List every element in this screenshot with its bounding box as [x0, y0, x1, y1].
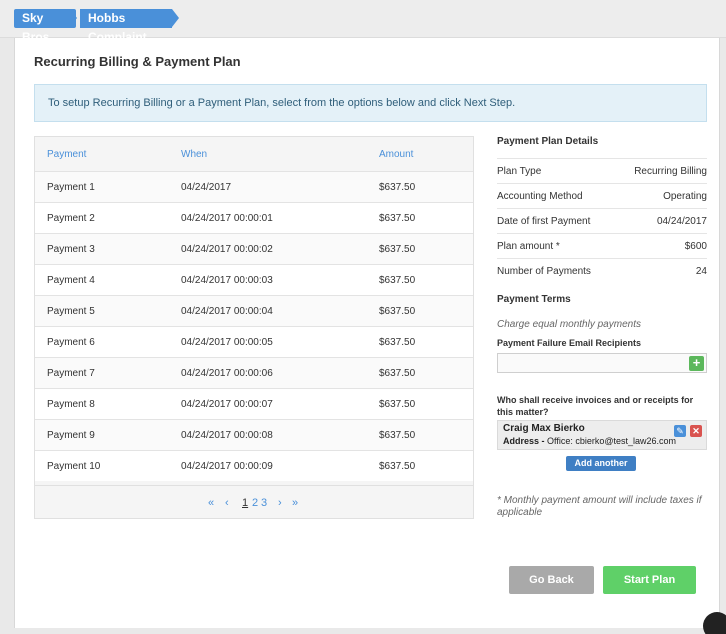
detail-value: Recurring Billing	[634, 166, 707, 177]
details-title: Payment Plan Details	[497, 136, 599, 147]
header-when[interactable]: When	[181, 149, 207, 160]
cell-payment: Payment 3	[47, 244, 95, 255]
cell-amount: $637.50	[379, 430, 416, 441]
cell-when: 04/24/2017 00:00:02	[181, 244, 273, 255]
table-row: Payment 10 04/24/2017 00:00:09 $637.50	[35, 450, 473, 481]
cell-payment: Payment 7	[47, 368, 95, 379]
contact-address: Address - Office: cbierko@test_law26.com	[503, 436, 701, 446]
table-row: Payment 9 04/24/2017 00:00:08 $637.50	[35, 419, 473, 450]
pagination: « ‹ 1 2 3 › »	[35, 485, 473, 519]
breadcrumb-client[interactable]: Sky Bros	[14, 9, 76, 44]
cell-payment: Payment 5	[47, 306, 95, 317]
table-row: Payment 4 04/24/2017 00:00:03 $637.50	[35, 264, 473, 295]
go-back-button[interactable]: Go Back	[509, 566, 594, 594]
cell-amount: $637.50	[379, 399, 416, 410]
cell-when: 04/24/2017 00:00:06	[181, 368, 273, 379]
page-2[interactable]: 2	[252, 497, 258, 509]
breadcrumb-matter[interactable]: Hobbs Complaint	[80, 9, 172, 44]
detail-label: Accounting Method	[497, 191, 583, 202]
detail-label: Number of Payments	[497, 266, 591, 277]
contact-name: Craig Max Bierko	[503, 423, 585, 434]
cell-amount: $637.50	[379, 306, 416, 317]
footnote: * Monthly payment amount will include ta…	[497, 495, 702, 518]
add-recipient-button[interactable]: +	[689, 356, 704, 371]
cell-amount: $637.50	[379, 368, 416, 379]
cell-payment: Payment 4	[47, 275, 95, 286]
payments-table: Payment When Amount Payment 1 04/24/2017 $…	[34, 136, 474, 519]
detail-row: Accounting Method Operating	[497, 183, 707, 208]
cell-when: 04/24/2017 00:00:01	[181, 213, 273, 224]
detail-value: 04/24/2017	[656, 216, 707, 227]
page-3[interactable]: 3	[261, 497, 267, 509]
page-1[interactable]: 1	[242, 497, 248, 509]
address-value: Office: cbierko@test_law26.com	[547, 436, 677, 446]
recipients-question: Who shall receive invoices and or receip…	[497, 395, 694, 417]
cell-when: 04/24/2017	[181, 182, 232, 193]
cell-payment: Payment 9	[47, 430, 95, 441]
first-page-button[interactable]: «	[208, 497, 214, 509]
table-row: Payment 1 04/24/2017 $637.50	[35, 171, 473, 202]
cell-when: 04/24/2017 00:00:03	[181, 275, 273, 286]
terms-title: Payment Terms	[497, 294, 571, 305]
table-row: Payment 3 04/24/2017 00:00:02 $637.50	[35, 233, 473, 264]
prev-page-button[interactable]: ‹	[225, 497, 229, 509]
cell-amount: $637.50	[379, 275, 416, 286]
cell-amount: $637.50	[379, 337, 416, 348]
cell-amount: $637.50	[379, 182, 416, 193]
cell-amount: $637.50	[379, 244, 416, 255]
cell-when: 04/24/2017 00:00:05	[181, 337, 273, 348]
cell-payment: Payment 1	[47, 182, 95, 193]
last-page-button[interactable]: »	[292, 497, 298, 509]
detail-label: Plan amount *	[497, 241, 560, 252]
cell-payment: Payment 2	[47, 213, 95, 224]
detail-value: 24	[695, 266, 707, 277]
edit-icon[interactable]: ✎	[674, 425, 686, 437]
cell-payment: Payment 6	[47, 337, 95, 348]
table-row: Payment 2 04/24/2017 00:00:01 $637.50	[35, 202, 473, 233]
main-card: Recurring Billing & Payment Plan To setu…	[14, 38, 720, 628]
breadcrumb-arrow	[70, 9, 77, 27]
contact-card: Craig Max Bierko Address - Office: cbier…	[497, 420, 707, 450]
detail-label: Plan Type	[497, 166, 542, 177]
address-label: Address -	[503, 436, 545, 446]
cell-when: 04/24/2017 00:00:09	[181, 461, 273, 472]
breadcrumb-arrow	[172, 9, 179, 27]
failure-email-input[interactable]: +	[497, 353, 707, 373]
detail-label: Date of first Payment	[497, 216, 591, 227]
detail-value: Operating	[663, 191, 707, 202]
terms-text: Charge equal monthly payments	[497, 319, 641, 330]
cell-payment: Payment 10	[47, 461, 101, 472]
detail-value: $600	[684, 241, 707, 252]
detail-row: Date of first Payment 04/24/2017	[497, 208, 707, 233]
start-plan-button[interactable]: Start Plan	[603, 566, 696, 594]
header-payment[interactable]: Payment	[47, 149, 86, 160]
add-another-button[interactable]: Add another	[566, 456, 636, 471]
table-row: Payment 5 04/24/2017 00:00:04 $637.50	[35, 295, 473, 326]
table-row: Payment 7 04/24/2017 00:00:06 $637.50	[35, 357, 473, 388]
detail-row: Plan Type Recurring Billing	[497, 158, 707, 183]
failure-recipients-label: Payment Failure Email Recipients	[497, 338, 642, 348]
cell-when: 04/24/2017 00:00:04	[181, 306, 273, 317]
table-header: Payment When Amount	[35, 137, 473, 171]
page-title: Recurring Billing & Payment Plan	[34, 54, 241, 69]
help-widget-icon[interactable]	[703, 612, 726, 634]
info-banner: To setup Recurring Billing or a Payment …	[34, 84, 707, 122]
cell-when: 04/24/2017 00:00:07	[181, 399, 273, 410]
detail-row: Number of Payments 24	[497, 258, 707, 283]
header-amount[interactable]: Amount	[379, 149, 413, 160]
table-row: Payment 6 04/24/2017 00:00:05 $637.50	[35, 326, 473, 357]
cell-when: 04/24/2017 00:00:08	[181, 430, 273, 441]
cell-amount: $637.50	[379, 213, 416, 224]
detail-row: Plan amount * $600	[497, 233, 707, 258]
delete-icon[interactable]: ✕	[690, 425, 702, 437]
table-row: Payment 8 04/24/2017 00:00:07 $637.50	[35, 388, 473, 419]
cell-amount: $637.50	[379, 461, 416, 472]
breadcrumb-bar: Sky Bros Hobbs Complaint	[0, 0, 726, 44]
cell-payment: Payment 8	[47, 399, 95, 410]
next-page-button[interactable]: ›	[278, 497, 282, 509]
